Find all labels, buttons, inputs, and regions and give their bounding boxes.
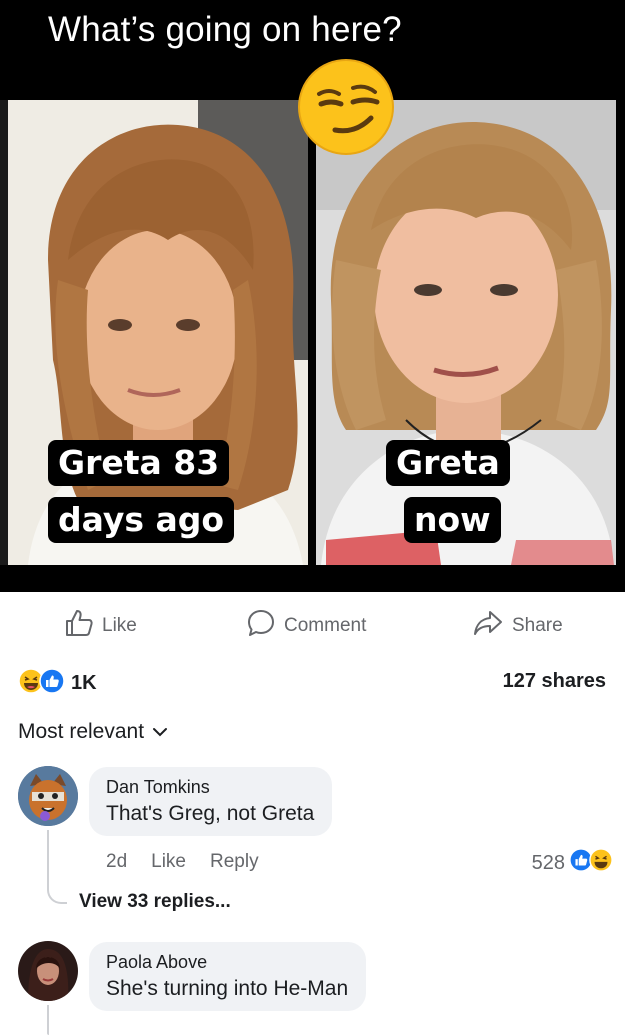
photo-before bbox=[8, 100, 308, 565]
like-thumb-icon bbox=[39, 668, 65, 699]
avatar[interactable] bbox=[18, 941, 78, 1001]
comment-text: She's turning into He-Man bbox=[106, 977, 349, 1000]
share-button[interactable]: Share bbox=[472, 608, 563, 644]
chevron-down-icon bbox=[152, 720, 168, 744]
meme-title: What’s going on here? bbox=[48, 10, 402, 49]
sort-label: Most relevant bbox=[18, 720, 145, 743]
like-label: Like bbox=[102, 615, 137, 636]
thumbs-up-icon bbox=[64, 608, 94, 644]
reply-thread-line bbox=[47, 830, 67, 904]
comment-label: Comment bbox=[284, 615, 367, 636]
comment-meta: 2d Like Reply bbox=[106, 851, 259, 873]
post-action-bar: Like Comment Share bbox=[0, 600, 625, 644]
shares-count[interactable]: 127 shares bbox=[503, 670, 606, 693]
comment-author[interactable]: Paola Above bbox=[106, 952, 348, 973]
share-label: Share bbox=[512, 615, 563, 636]
caption-now-line2: now bbox=[404, 497, 501, 543]
comment-button[interactable]: Comment bbox=[246, 608, 366, 644]
view-replies-link[interactable]: View 33 replies... bbox=[79, 891, 231, 913]
like-button[interactable]: Like bbox=[64, 608, 137, 644]
photo-now bbox=[316, 100, 616, 565]
reactions-summary[interactable]: 1K bbox=[18, 668, 97, 699]
caption-now-line1: Greta bbox=[386, 440, 510, 486]
comment-reactions[interactable]: 528 bbox=[532, 848, 613, 878]
caption-before-line1: Greta 83 bbox=[48, 440, 230, 486]
comment-bubble-icon bbox=[246, 608, 276, 644]
comment-reply-button[interactable]: Reply bbox=[210, 851, 259, 873]
comment-reaction-count: 528 bbox=[531, 851, 565, 874]
post-image[interactable]: What’s going on here? Greta 83 days ago … bbox=[0, 0, 625, 592]
caption-before-line2: days ago bbox=[48, 497, 235, 543]
comment-text: That's Greg, not Greta bbox=[106, 802, 315, 825]
avatar[interactable] bbox=[18, 766, 78, 826]
share-arrow-icon bbox=[472, 608, 504, 644]
smirking-face-icon bbox=[297, 58, 395, 156]
comment-bubble: Paola Above She's turning into He-Man bbox=[89, 942, 367, 1011]
comment-sort-dropdown[interactable]: Most relevant bbox=[18, 720, 168, 744]
laughing-emoji-icon bbox=[589, 848, 613, 878]
comment-author[interactable]: Dan Tomkins bbox=[106, 777, 314, 798]
image-edge bbox=[0, 100, 8, 565]
reply-thread-line bbox=[47, 1005, 49, 1035]
reaction-count: 1K bbox=[71, 672, 97, 694]
comment-like-button[interactable]: Like bbox=[151, 851, 186, 873]
comment-age[interactable]: 2d bbox=[106, 851, 127, 873]
comment-bubble: Dan Tomkins That's Greg, not Greta bbox=[89, 767, 333, 836]
